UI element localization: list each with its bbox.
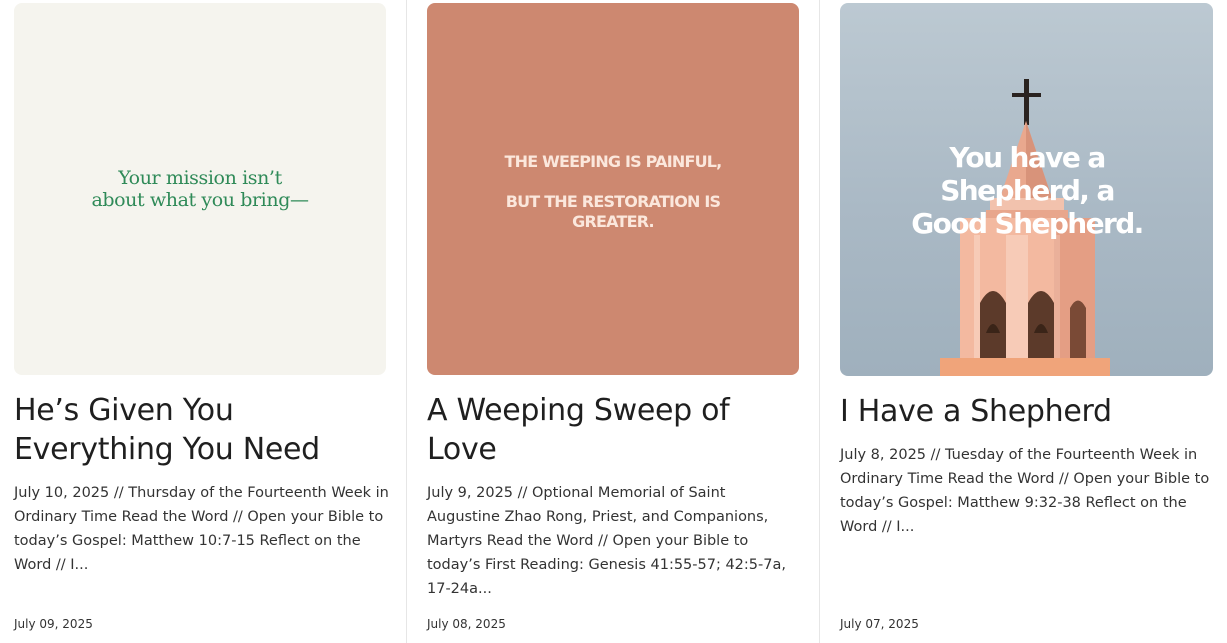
post-thumbnail[interactable]: You have a Shepherd, a Good Shepherd. [840,3,1213,376]
post-title[interactable]: A Weeping Sweep of Love [427,391,807,469]
post-thumbnail[interactable]: THE WEEPING IS PAINFUL, BUT THE RESTORAT… [427,3,799,375]
post-date: July 08, 2025 [427,617,506,631]
thumbnail-quote-line: THE WEEPING IS PAINFUL, [504,152,723,171]
post-title[interactable]: He’s Given You Everything You Need [14,391,394,469]
post-excerpt: July 8, 2025 // Tuesday of the Fourteent… [840,447,1210,535]
post-date: July 07, 2025 [840,617,919,631]
thumbnail-quote: Your mission isn’t about what you bring— [91,167,309,211]
column-divider [406,0,407,643]
post-excerpt: July 10, 2025 // Thursday of the Fourtee… [14,485,389,573]
post-excerpt: July 9, 2025 // Optional Memorial of Sai… [427,485,786,597]
post-card: THE WEEPING IS PAINFUL, BUT THE RESTORAT… [427,0,807,601]
post-grid: Your mission isn’t about what you bring—… [0,0,1227,643]
post-card: Your mission isn’t about what you bring—… [14,0,394,577]
post-thumbnail[interactable]: Your mission isn’t about what you bring— [14,3,386,375]
thumbnail-quote: You have a Shepherd, a Good Shepherd. [911,141,1144,240]
post-card: You have a Shepherd, a Good Shepherd. I … [840,0,1220,539]
post-title[interactable]: I Have a Shepherd [840,392,1220,431]
thumbnail-quote-line: BUT THE RESTORATION IS GREATER. [505,192,721,231]
column-divider [819,0,820,643]
post-date: July 09, 2025 [14,617,93,631]
